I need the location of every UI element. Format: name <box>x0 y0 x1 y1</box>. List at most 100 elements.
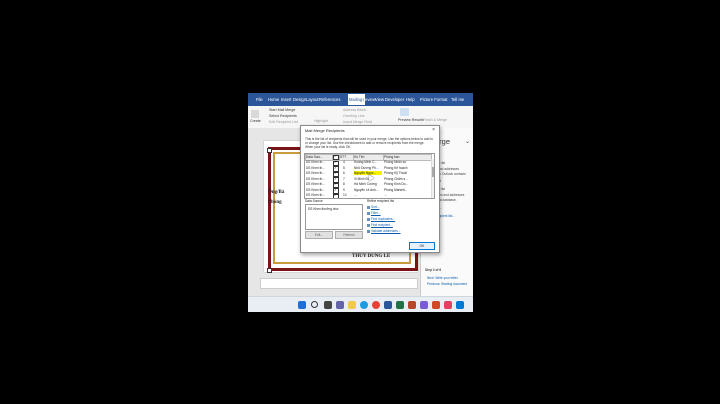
chrome-icon[interactable] <box>372 301 380 309</box>
cell-phong-ban: Phòng Nhân sự <box>384 160 407 164</box>
tab-review[interactable]: Review <box>362 97 376 102</box>
app-icon[interactable] <box>420 301 428 309</box>
close-icon[interactable]: × <box>432 127 435 133</box>
cell-ho-ten: Hoàng Minh C... <box>354 160 378 164</box>
tab-design[interactable]: Design <box>293 97 306 102</box>
greeting-line-button[interactable]: Greeting Line <box>343 114 365 118</box>
cell-stt: 4 <box>343 160 345 164</box>
cell-ho-ten: Nhữ Dương Ph... <box>354 165 379 170</box>
sort-link[interactable]: Sort... <box>371 205 380 209</box>
tab-references[interactable]: References <box>319 97 340 102</box>
insert-merge-field-button[interactable]: Insert Merge Field <box>343 120 372 124</box>
select-recipients-button[interactable]: Select Recipients <box>269 114 297 118</box>
step-indicator: Step 3 of 6 <box>425 268 442 272</box>
app-icon[interactable] <box>444 301 452 309</box>
app-icon[interactable] <box>432 301 440 309</box>
cell-phong-ban: ... <box>384 193 387 197</box>
tab-picture-format[interactable]: Picture Format <box>420 97 447 102</box>
tab-layout[interactable]: Layout <box>306 97 319 102</box>
next-step-link[interactable]: Next: Write your letter <box>427 276 458 280</box>
cell-data-source: DS Khen th... <box>306 193 325 197</box>
dialog-description: This is the list of recipients that will… <box>305 137 433 149</box>
cell-data-source: DS Khen th... <box>306 171 325 175</box>
search-icon[interactable] <box>311 301 318 308</box>
cell-stt: 5 <box>343 165 345 170</box>
tab-help[interactable]: Help <box>406 97 415 102</box>
dialog-title: Mail Merge Recipients <box>305 128 345 133</box>
cell-data-source: DS Khen th... <box>306 165 325 170</box>
cell-phong-ban: Phòng Chăm s... <box>384 176 408 181</box>
create-icon[interactable] <box>251 110 259 118</box>
refresh-button[interactable]: Refresh <box>335 231 363 239</box>
certificate-line-1: Ông/Bà <box>268 190 285 195</box>
find-duplicates-link[interactable]: Find duplicates... <box>371 217 395 221</box>
cell-stt: 7 <box>343 176 345 181</box>
app-icon[interactable] <box>456 301 464 309</box>
scrollbar-thumb[interactable] <box>432 167 434 177</box>
file-explorer-icon[interactable] <box>348 301 356 309</box>
filter-icon <box>367 212 370 215</box>
preview-results-icon[interactable] <box>400 108 409 116</box>
chevron-down-icon[interactable]: ⌄ <box>465 138 470 145</box>
ribbon-tab-bar: File Home Insert Design Layout Reference… <box>248 93 473 106</box>
excel-icon[interactable] <box>396 301 404 309</box>
tab-tell-me[interactable]: Tell me <box>451 97 464 102</box>
cell-data-source: DS Khen th... <box>306 187 325 192</box>
edge-icon[interactable] <box>360 301 368 309</box>
task-view-icon[interactable] <box>324 301 332 309</box>
column-header-stt[interactable]: STT <box>339 154 354 161</box>
row-checkbox[interactable] <box>333 193 339 198</box>
tab-home[interactable]: Home <box>268 97 279 102</box>
letterbox-bottom <box>248 312 473 404</box>
finish-merge-button[interactable]: Finish & Merge <box>423 118 447 122</box>
highlight-button[interactable]: Highlight <box>314 119 328 123</box>
validate-addresses-link[interactable]: Validate addresses... <box>371 229 401 233</box>
filter-link[interactable]: Filter... <box>371 211 381 215</box>
edit-recipient-list-button[interactable]: Edit Recipient List <box>269 120 298 124</box>
certificate-line-2: Phòng <box>268 200 282 205</box>
address-block-button[interactable]: Address Block <box>343 108 366 112</box>
find-recipient-link[interactable]: Find recipient... <box>371 223 393 227</box>
cell-stt: 6 <box>343 171 345 175</box>
cell-phong-ban: Phòng Marketi... <box>384 187 408 192</box>
word-icon[interactable] <box>384 301 392 309</box>
cell-data-source: DS Khen th... <box>306 160 325 164</box>
create-button[interactable]: Create <box>250 119 261 123</box>
tab-developer[interactable]: Developer <box>385 97 404 102</box>
refine-label: Refine recipient list <box>367 199 394 203</box>
cell-ho-ten: ... <box>354 193 357 197</box>
data-source-item[interactable]: DS Khen thưởng.xlsx <box>308 207 338 211</box>
sort-icon <box>367 206 370 209</box>
find-duplicates-icon <box>367 218 370 221</box>
edit-button[interactable]: Edit... <box>305 231 333 239</box>
start-mail-merge-button[interactable]: Start Mail Merge <box>269 108 295 112</box>
mail-merge-recipients-dialog: Mail Merge Recipients × This is the list… <box>300 125 440 253</box>
windows-start-icon[interactable] <box>298 301 306 309</box>
taskbar <box>248 296 473 313</box>
data-source-list[interactable]: DS Khen thưởng.xlsx <box>305 204 363 230</box>
ok-button[interactable]: OK <box>409 242 435 250</box>
tab-insert[interactable]: Insert <box>281 97 291 102</box>
data-source-label: Data Source <box>305 199 323 203</box>
cell-data-source: DS Khen th... <box>306 182 325 186</box>
cell-phong-ban: Phòng Kinh Do... <box>384 182 409 186</box>
status-area <box>260 278 418 289</box>
tab-file[interactable]: File <box>256 97 263 102</box>
cell-stt: 10 <box>343 193 347 197</box>
screen: File Home Insert Design Layout Reference… <box>248 0 473 404</box>
table-scrollbar[interactable] <box>431 159 434 198</box>
powerpoint-icon[interactable] <box>408 301 416 309</box>
cell-data-source: DS Khen th... <box>306 176 325 181</box>
cell-ho-ten: Nguyễn Lê Anh... <box>354 187 379 192</box>
find-recipient-icon <box>367 224 370 227</box>
cell-phong-ban: Phòng Kế hoạch <box>384 165 408 170</box>
teams-icon[interactable] <box>336 301 344 309</box>
resize-handle[interactable] <box>267 148 272 153</box>
tab-view[interactable]: View <box>375 97 384 102</box>
cell-stt: 8 <box>343 182 345 186</box>
validate-addresses-icon <box>367 230 370 233</box>
cell-phong-ban: Phòng Kỹ Thuật <box>384 171 407 175</box>
preview-results-button[interactable]: Preview Results <box>398 118 424 122</box>
previous-step-link[interactable]: Previous: Starting document <box>427 282 467 286</box>
resize-handle[interactable] <box>267 268 272 273</box>
